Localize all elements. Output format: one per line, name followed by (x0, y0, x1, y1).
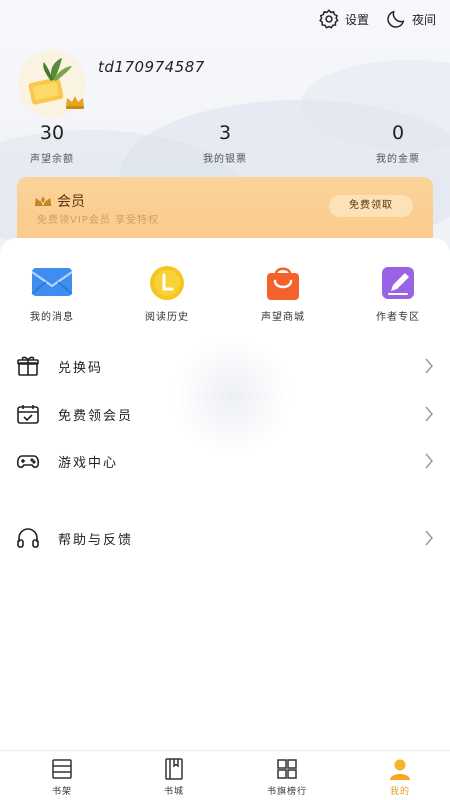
moon-icon (387, 10, 405, 28)
stat-label: 我的银票 (203, 154, 247, 165)
stat-value: 0 (391, 122, 405, 144)
main-panel: 我的消息 阅读历史 声望商城 作者专区 兑换码 免费领会员 游戏中心 帮助与反馈 (0, 238, 450, 750)
tab-bookshelf[interactable]: 书架 (22, 757, 102, 797)
menu-item-game-center[interactable]: 游戏中心 (0, 437, 450, 483)
quick-action-author[interactable]: 作者专区 (358, 264, 438, 323)
history-icon (150, 266, 184, 300)
tab-rankings[interactable]: 书旗榜行 (247, 757, 327, 797)
tab-label: 书城 (163, 787, 184, 797)
settings-label: 设置 (344, 12, 369, 27)
quick-actions: 我的消息 阅读历史 声望商城 作者专区 (0, 264, 450, 324)
chevron-right-icon (425, 406, 433, 422)
mail-icon (31, 268, 73, 296)
stat-label: 声望余额 (30, 154, 74, 165)
settings-button[interactable]: 设置 (318, 8, 369, 30)
menu-item-label: 兑换码 (58, 361, 104, 376)
calendar-check-icon (17, 405, 39, 424)
quick-action-label: 阅读历史 (145, 312, 189, 323)
bookshelf-icon (52, 759, 72, 779)
vip-claim-button[interactable]: 免费领取 (329, 195, 413, 217)
svg-text:V: V (41, 200, 46, 207)
crown-icon (66, 96, 84, 109)
grid-icon (277, 759, 297, 779)
top-actions: 设置 夜间 (318, 8, 436, 30)
tab-bookstore[interactable]: 书城 (134, 757, 214, 797)
chevron-right-icon (425, 453, 433, 469)
bottom-tab-bar: 书架 书城 书旗榜行 我的 (0, 750, 450, 800)
vip-title-row: V 会员 (33, 191, 85, 211)
chevron-right-icon (425, 530, 433, 546)
headset-icon (17, 528, 39, 548)
stat-gold-tickets[interactable]: 0 我的金票 (368, 122, 428, 165)
stat-reputation-balance[interactable]: 30 声望余额 (24, 122, 80, 165)
menu-item-label: 免费领会员 (58, 409, 134, 424)
shop-bag-icon (267, 267, 299, 300)
vip-crown-icon: V (34, 195, 52, 207)
quick-action-label: 作者专区 (376, 312, 420, 323)
tab-label: 我的 (389, 787, 410, 797)
menu-item-help-feedback[interactable]: 帮助与反馈 (0, 514, 450, 560)
quick-action-label: 我的消息 (30, 312, 74, 323)
tab-profile[interactable]: 我的 (360, 757, 440, 797)
stat-label: 我的金票 (376, 154, 420, 165)
username[interactable]: td170974587 (98, 58, 205, 76)
gamepad-icon (16, 455, 40, 469)
vip-subtitle: 免费领VIP会员 享受特权 (37, 215, 159, 226)
stat-value: 3 (218, 122, 232, 144)
menu-item-redeem-code[interactable]: 兑换码 (0, 342, 450, 388)
stat-silver-tickets[interactable]: 3 我的银票 (195, 122, 255, 165)
night-mode-button[interactable]: 夜间 (385, 8, 436, 30)
quick-action-messages[interactable]: 我的消息 (12, 264, 92, 323)
quick-action-shop[interactable]: 声望商城 (243, 264, 323, 323)
book-icon (165, 758, 183, 780)
vip-title: 会员 (57, 194, 85, 210)
menu-item-label: 帮助与反馈 (58, 533, 134, 548)
stats-row: 30 声望余额 3 我的银票 0 我的金票 (0, 122, 450, 168)
tab-label: 书架 (51, 787, 72, 797)
night-mode-label: 夜间 (411, 12, 436, 27)
profile-icon (390, 759, 410, 780)
chevron-right-icon (425, 358, 433, 374)
author-edit-icon (382, 267, 414, 299)
quick-action-label: 声望商城 (261, 312, 305, 323)
quick-action-history[interactable]: 阅读历史 (127, 264, 207, 323)
menu-item-free-vip[interactable]: 免费领会员 (0, 390, 450, 436)
gift-icon (17, 356, 39, 376)
menu-item-label: 游戏中心 (58, 456, 119, 471)
stat-value: 30 (39, 122, 65, 144)
tab-label: 书旗榜行 (266, 787, 307, 797)
gear-icon (319, 9, 339, 29)
